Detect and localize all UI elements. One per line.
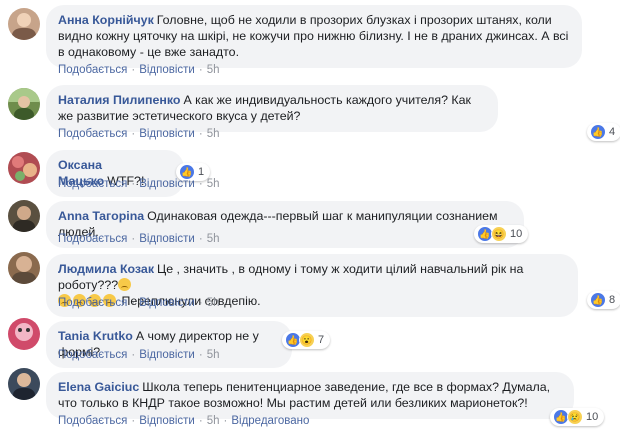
comment-bubble: Elena Gaiciuc Школа теперь пенитенциарное… <box>46 372 574 419</box>
comment-bubble: Анна Корнійчук Головне, щоб не ходили в п… <box>46 5 582 68</box>
avatar[interactable] <box>8 200 40 232</box>
user-photo-icon <box>12 256 36 284</box>
reply-link[interactable]: Відповісти <box>139 64 195 76</box>
comment-time[interactable]: 5h <box>207 349 220 361</box>
reaction-count: 1 <box>198 166 205 178</box>
comment-author[interactable]: Elena Gaiciuc <box>58 380 139 394</box>
reaction-count: 8 <box>609 294 616 306</box>
comment-time[interactable]: 5h <box>207 415 220 427</box>
reaction-count: 10 <box>510 228 523 240</box>
wow-reaction-icon: 😮 <box>299 332 315 348</box>
reply-link[interactable]: Відповісти <box>139 128 195 140</box>
reaction-summary[interactable]: 👍 8 <box>587 291 620 309</box>
comment-actions: Подобається · Відповісти · 5h · Відредаговано <box>58 415 310 427</box>
comment-bubble: Наталия Пилипенко А как же индивидуальнос… <box>46 85 498 132</box>
comment-actions: Подобається · Відповісти · 5h <box>58 233 220 245</box>
avatar[interactable] <box>8 368 40 400</box>
haha-reaction-icon: 😆 <box>491 226 507 242</box>
like-link[interactable]: Подобається <box>58 128 127 140</box>
comment-time[interactable]: 5h <box>207 233 220 245</box>
avatar[interactable] <box>8 152 40 184</box>
avatar[interactable] <box>8 252 40 284</box>
comment-time[interactable]: 5h <box>207 297 220 309</box>
like-link[interactable]: Подобається <box>58 178 127 190</box>
user-photo-icon <box>13 373 35 400</box>
comment-author[interactable]: Tania Krutko <box>58 329 133 343</box>
reply-link[interactable]: Відповісти <box>139 349 195 361</box>
like-reaction-icon: 👍 <box>590 292 606 308</box>
reaction-summary[interactable]: 👍 4 <box>587 123 620 141</box>
user-photo-icon <box>12 13 36 40</box>
comment-author[interactable]: Anna Taгopina <box>58 209 144 223</box>
comment-actions: Подобається · Відповісти · 5h <box>58 297 220 309</box>
avatar[interactable] <box>8 8 40 40</box>
like-link[interactable]: Подобається <box>58 297 127 309</box>
comment-actions: Подобається · Відповісти · 5h <box>58 64 220 76</box>
reaction-summary[interactable]: 👍 😢 10 <box>550 408 605 426</box>
like-reaction-icon: 👍 <box>590 124 606 140</box>
like-link[interactable]: Подобається <box>58 415 127 427</box>
reply-link[interactable]: Відповісти <box>139 415 195 427</box>
user-photo-icon <box>8 88 40 120</box>
user-photo-icon <box>12 156 37 181</box>
avatar[interactable] <box>8 88 40 120</box>
reaction-count: 4 <box>609 126 616 138</box>
sad-reaction-icon: 😢 <box>567 409 583 425</box>
comment-author[interactable]: Наталия Пилипенко <box>58 93 180 107</box>
comment-actions: Подобається · Відповісти · 5h <box>58 349 220 361</box>
comment-time[interactable]: 5h <box>207 128 220 140</box>
comment-actions: Подобається · Відповісти · 5h <box>58 178 220 190</box>
sad-emoji-icon <box>118 278 132 291</box>
user-photo-icon <box>13 206 35 232</box>
reaction-summary[interactable]: 👍 😆 10 <box>474 225 529 243</box>
reply-link[interactable]: Відповісти <box>139 178 195 190</box>
edited-link[interactable]: Відредаговано <box>231 415 309 427</box>
reaction-count: 10 <box>586 411 599 423</box>
like-link[interactable]: Подобається <box>58 64 127 76</box>
reaction-count: 7 <box>318 334 325 346</box>
like-link[interactable]: Подобається <box>58 349 127 361</box>
comment-author[interactable]: Людмила Козак <box>58 262 154 276</box>
like-link[interactable]: Подобається <box>58 233 127 245</box>
reaction-summary[interactable]: 👍 😮 7 <box>282 331 331 349</box>
reply-link[interactable]: Відповісти <box>139 233 195 245</box>
comment-time[interactable]: 5h <box>207 178 220 190</box>
reply-link[interactable]: Відповісти <box>139 297 195 309</box>
comment-time[interactable]: 5h <box>207 64 220 76</box>
user-photo-icon <box>15 323 33 341</box>
comment-actions: Подобається · Відповісти · 5h <box>58 128 220 140</box>
comment-author[interactable]: Анна Корнійчук <box>58 13 154 27</box>
avatar[interactable] <box>8 318 40 350</box>
